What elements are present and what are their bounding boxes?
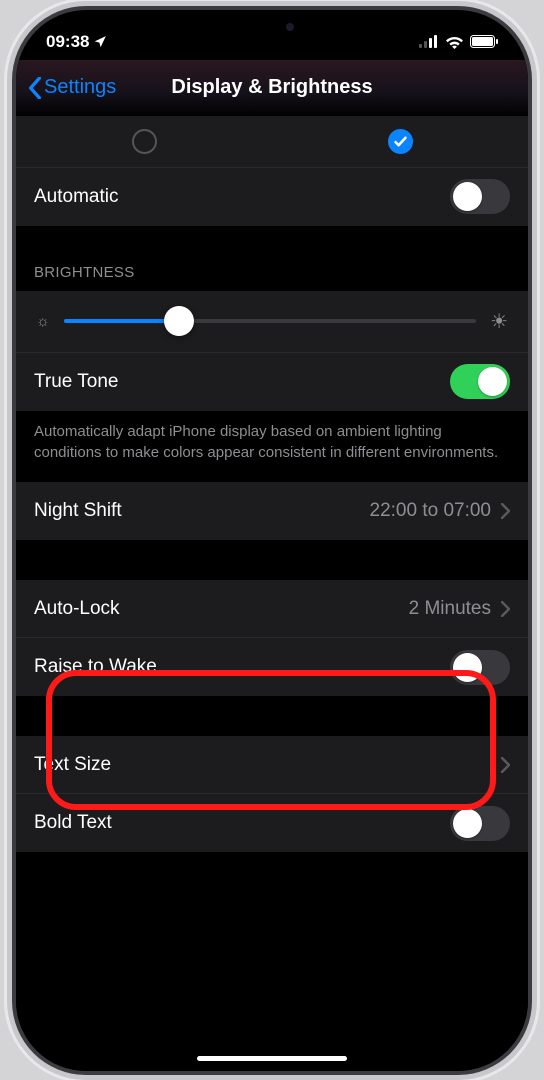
sun-small-icon: ☼: [36, 313, 50, 330]
raise-to-wake-row: Raise to Wake: [16, 638, 528, 696]
night-shift-label: Night Shift: [34, 500, 370, 522]
chevron-right-icon: [501, 503, 510, 519]
text-size-row[interactable]: Text Size: [16, 736, 528, 794]
bold-text-row: Bold Text: [16, 794, 528, 852]
status-time: 09:38: [46, 32, 89, 52]
appearance-selector: [16, 116, 528, 168]
true-tone-footer: Automatically adapt iPhone display based…: [16, 411, 528, 483]
brightness-header: BRIGHTNESS: [16, 226, 528, 291]
bold-text-label: Bold Text: [34, 812, 450, 834]
back-label: Settings: [44, 76, 116, 99]
auto-lock-label: Auto-Lock: [34, 598, 409, 620]
check-icon: [393, 134, 408, 149]
true-tone-row: True Tone: [16, 353, 528, 411]
chevron-right-icon: [501, 601, 510, 617]
text-size-label: Text Size: [34, 754, 501, 776]
automatic-toggle[interactable]: [450, 179, 510, 214]
location-icon: [93, 35, 107, 49]
screen: Settings Display & Brightness Automatic …: [16, 60, 528, 1071]
true-tone-label: True Tone: [34, 371, 450, 393]
cellular-icon: [419, 35, 439, 48]
appearance-dark-radio[interactable]: [388, 129, 413, 154]
true-tone-toggle[interactable]: [450, 364, 510, 399]
brightness-slider-row: ☼ ☀: [16, 291, 528, 353]
appearance-light-radio[interactable]: [132, 129, 157, 154]
chevron-right-icon: [501, 757, 510, 773]
sun-large-icon: ☀: [490, 309, 508, 334]
night-shift-value: 22:00 to 07:00: [370, 500, 492, 522]
night-shift-row[interactable]: Night Shift 22:00 to 07:00: [16, 482, 528, 540]
bold-text-toggle[interactable]: [450, 806, 510, 841]
back-button[interactable]: Settings: [28, 76, 116, 99]
automatic-row: Automatic: [16, 168, 528, 226]
wifi-icon: [445, 35, 464, 49]
device-frame: 09:38 Settings Display & Brightness: [16, 10, 528, 1071]
home-indicator[interactable]: [197, 1056, 347, 1061]
battery-icon: [470, 35, 498, 48]
raise-to-wake-toggle[interactable]: [450, 650, 510, 685]
automatic-label: Automatic: [34, 186, 450, 208]
page-title: Display & Brightness: [171, 76, 372, 99]
notch: [157, 10, 387, 44]
raise-to-wake-label: Raise to Wake: [34, 656, 450, 678]
auto-lock-row[interactable]: Auto-Lock 2 Minutes: [16, 580, 528, 638]
chevron-left-icon: [28, 77, 42, 99]
brightness-slider[interactable]: [64, 319, 476, 323]
nav-bar: Settings Display & Brightness: [16, 60, 528, 116]
auto-lock-value: 2 Minutes: [409, 598, 491, 620]
